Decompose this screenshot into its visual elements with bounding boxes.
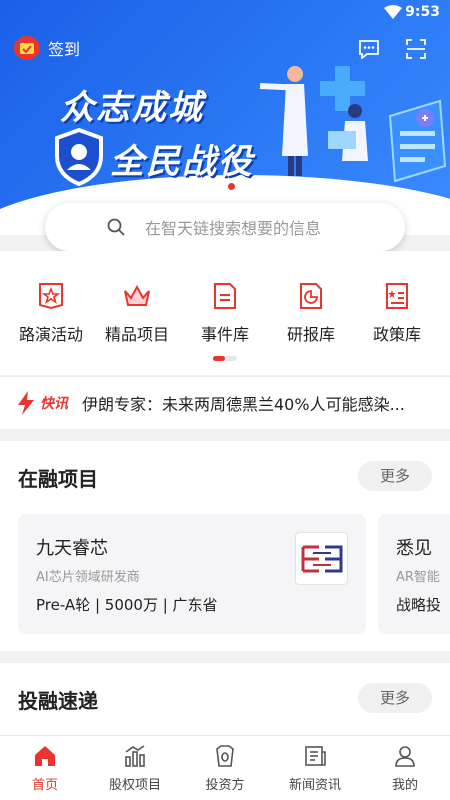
star-flag-icon — [39, 283, 63, 310]
news-tag: 快讯 — [40, 396, 68, 412]
category-label: 研报库 — [286, 325, 335, 344]
section-title: 在融项目 — [18, 467, 98, 491]
bar-chart-icon — [125, 745, 145, 767]
tab-home[interactable]: 首页 — [0, 744, 90, 793]
signin-label: 签到 — [48, 40, 81, 59]
tab-equity-projects[interactable]: 股权项目 — [90, 744, 180, 793]
signin-button[interactable]: 签到 — [14, 36, 80, 60]
project-meta: 战略投 — [396, 596, 442, 614]
more-button[interactable]: 更多 — [358, 461, 432, 491]
banner-dot-active — [228, 183, 235, 190]
policy-book-icon — [386, 283, 408, 309]
tab-profile[interactable]: 我的 — [360, 744, 450, 793]
project-card[interactable]: 悉见 AR智能 战略投 — [378, 514, 450, 634]
company-logo-icon — [301, 545, 342, 572]
category-grid: 路演活动 精品项目 事件库 研报库 政策库 — [0, 251, 450, 375]
home-icon — [35, 746, 55, 766]
project-desc: AI芯片领域研发商 — [36, 570, 140, 585]
search-icon — [107, 218, 125, 236]
category-label: 精品项目 — [104, 325, 169, 344]
shield-icon — [55, 128, 103, 186]
project-name: 悉见 — [396, 538, 432, 559]
crown-icon — [124, 284, 150, 306]
category-premium[interactable]: 精品项目 — [92, 281, 182, 345]
category-pager — [213, 356, 237, 361]
tab-label: 投资方 — [205, 778, 245, 793]
category-policy[interactable]: 政策库 — [352, 281, 442, 345]
search-placeholder: 在智天链搜索想要的信息 — [145, 219, 322, 238]
person-icon — [395, 746, 415, 767]
news-ticker[interactable]: 快讯 伊朗专家：未来两周德黑兰40%人可能感染... — [0, 376, 450, 429]
tab-label: 新闻资讯 — [288, 778, 341, 793]
company-logo — [295, 532, 348, 585]
doctor-illustration — [259, 66, 447, 183]
banner[interactable]: 9:53 签到 众志成城 全民战役 — [0, 0, 450, 235]
category-label: 政策库 — [372, 325, 421, 344]
deals-section: 投融速递 更多 — [0, 663, 450, 735]
status-bar: 9:53 — [0, 0, 450, 26]
tab-label: 首页 — [31, 778, 58, 793]
chart-report-icon — [300, 283, 322, 309]
category-label: 事件库 — [200, 325, 249, 344]
news-headline[interactable]: 伊朗专家：未来两周德黑兰40%人可能感染... — [82, 391, 422, 415]
category-events[interactable]: 事件库 — [180, 281, 270, 345]
investor-icon — [216, 745, 234, 767]
banner-dot — [213, 183, 220, 190]
project-desc: AR智能 — [396, 570, 440, 585]
category-reports[interactable]: 研报库 — [266, 281, 356, 345]
bottom-tab-bar: 首页 股权项目 投资方 新闻资讯 我的 — [0, 735, 450, 800]
section-title: 投融速递 — [18, 689, 98, 713]
document-icon — [214, 283, 236, 309]
category-pager-active — [213, 356, 225, 361]
tab-label: 股权项目 — [108, 778, 161, 793]
status-time: 9:53 — [405, 4, 440, 20]
banner-pagination — [213, 183, 235, 190]
project-meta: Pre-A轮 | 5000万 | 广东省 — [36, 596, 218, 614]
calendar-check-icon — [14, 36, 40, 60]
project-card[interactable]: 九天睿芯 AI芯片领域研发商 Pre-A轮 | 5000万 | 广东省 — [18, 514, 366, 634]
banner-slogan-line2: 全民战役 — [110, 142, 254, 182]
more-button[interactable]: 更多 — [358, 683, 432, 713]
lightning-icon — [18, 391, 34, 415]
category-label: 路演活动 — [18, 325, 83, 344]
wifi-icon — [384, 5, 402, 19]
tab-label: 我的 — [391, 778, 418, 793]
search-bar[interactable]: 在智天链搜索想要的信息 — [45, 203, 405, 251]
tab-news[interactable]: 新闻资讯 — [270, 744, 360, 793]
project-name: 九天睿芯 — [36, 538, 108, 559]
news-icon — [305, 746, 326, 766]
category-roadshow[interactable]: 路演活动 — [6, 281, 96, 345]
banner-slogan-line1: 众志成城 — [60, 88, 204, 128]
projects-section: 在融项目 更多 九天睿芯 AI芯片领域研发商 Pre-A轮 | 5000万 | … — [0, 441, 450, 651]
tab-investors[interactable]: 投资方 — [180, 744, 270, 793]
